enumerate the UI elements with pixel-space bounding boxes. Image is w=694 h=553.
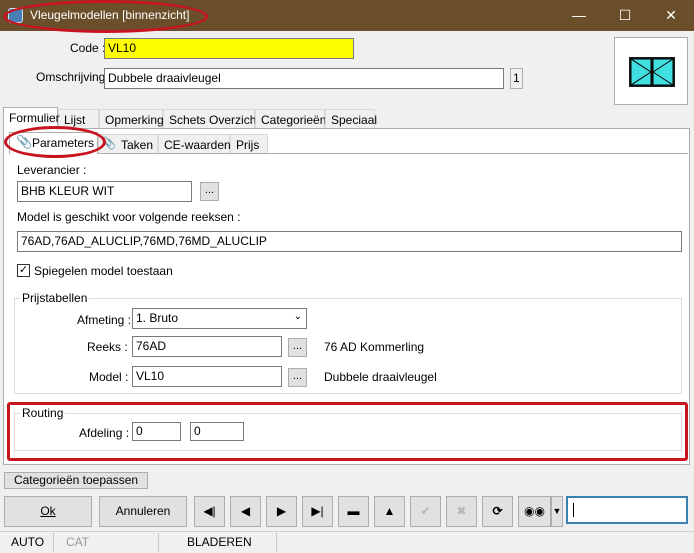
chevron-down-icon: ⌄ — [293, 311, 302, 322]
close-button[interactable]: ✕ — [648, 0, 694, 31]
status-separator — [276, 533, 277, 552]
supplier-lookup-button[interactable]: ... — [200, 182, 219, 201]
model-label: Model : — [89, 370, 129, 384]
status-mode: BLADEREN — [187, 535, 252, 549]
binoculars-icon[interactable]: ◉◉ — [518, 496, 551, 527]
confirm-icon[interactable]: ✔ — [410, 496, 441, 527]
tab-opmerking[interactable]: Opmerking — [99, 109, 164, 129]
chevron-down-icon[interactable]: ▼ — [551, 496, 563, 527]
text-cursor — [573, 503, 574, 517]
double-window-icon — [629, 57, 675, 87]
last-icon[interactable]: ▶| — [302, 496, 333, 527]
subtab-ce-waarden[interactable]: CE-waarden — [158, 134, 231, 154]
description-label: Omschrijving : — [36, 70, 113, 84]
supplier-label: Leverancier : — [17, 163, 87, 177]
description-input[interactable]: Dubbele draaivleugel — [104, 68, 504, 89]
code-label: Code : — [70, 41, 106, 55]
tab-speciaal[interactable]: Speciaal — [325, 109, 377, 129]
supplier-input[interactable]: BHB KLEUR WIT — [17, 181, 192, 202]
title-highlight-ring — [3, 0, 208, 33]
mirror-label: Spiegelen model toestaan — [34, 264, 173, 278]
status-separator — [158, 533, 159, 552]
description-count: 1 — [510, 68, 523, 89]
size-select[interactable]: 1. Bruto ⌄ — [132, 308, 307, 329]
parameters-highlight-ring — [4, 126, 106, 158]
status-auto: AUTO — [11, 535, 45, 549]
model-preview — [614, 37, 688, 105]
status-divider — [0, 531, 694, 532]
size-label: Afmeting : — [77, 313, 132, 327]
model-input[interactable]: VL10 — [132, 366, 282, 387]
model-description: Dubbele draaivleugel — [324, 370, 437, 384]
subtab-taken-label: Taken — [121, 138, 154, 152]
cancel-button[interactable]: Annuleren — [99, 496, 187, 527]
insert-icon[interactable]: ▲ — [374, 496, 405, 527]
tab-categorieen[interactable]: Categorieën — [255, 109, 326, 129]
series-description: 76 AD Kommerling — [324, 340, 425, 354]
next-icon[interactable]: ▶ — [266, 496, 297, 527]
series-price-label: Reeks : — [87, 340, 128, 354]
subtab-divider — [9, 153, 688, 154]
size-select-value: 1. Bruto — [136, 311, 179, 325]
routing-highlight-box — [7, 402, 688, 461]
apply-categories-button[interactable]: Categorieën toepassen — [4, 472, 148, 489]
cancel-edit-icon[interactable]: ✖ — [446, 496, 477, 527]
status-cat: CAT — [66, 535, 90, 549]
search-input[interactable] — [566, 496, 688, 524]
ok-button[interactable]: Ok — [4, 496, 92, 527]
series-price-input[interactable]: 76AD — [132, 336, 282, 357]
model-lookup-button[interactable]: ... — [288, 368, 307, 387]
subtab-prijs[interactable]: Prijs — [230, 134, 268, 154]
first-icon[interactable]: ◀​| — [194, 496, 225, 527]
tab-schets-overzicht[interactable]: Schets Overzicht — [163, 109, 260, 129]
mirror-checkbox[interactable]: ✓ — [17, 264, 30, 277]
delete-icon[interactable]: ▬ — [338, 496, 369, 527]
maximize-button[interactable]: ☐ — [602, 0, 648, 31]
status-separator — [53, 533, 54, 552]
series-label: Model is geschikt voor volgende reeksen … — [17, 210, 241, 224]
prev-icon[interactable]: ◀ — [230, 496, 261, 527]
series-input[interactable]: 76AD,76AD_ALUCLIP,76MD,76MD_ALUCLIP — [17, 231, 682, 252]
minimize-button[interactable]: — — [556, 0, 602, 31]
pricing-group-label: Prijstabellen — [20, 291, 90, 305]
refresh-icon[interactable]: ⟳ — [482, 496, 513, 527]
series-lookup-button[interactable]: ... — [288, 338, 307, 357]
code-input[interactable]: VL10 — [104, 38, 354, 59]
